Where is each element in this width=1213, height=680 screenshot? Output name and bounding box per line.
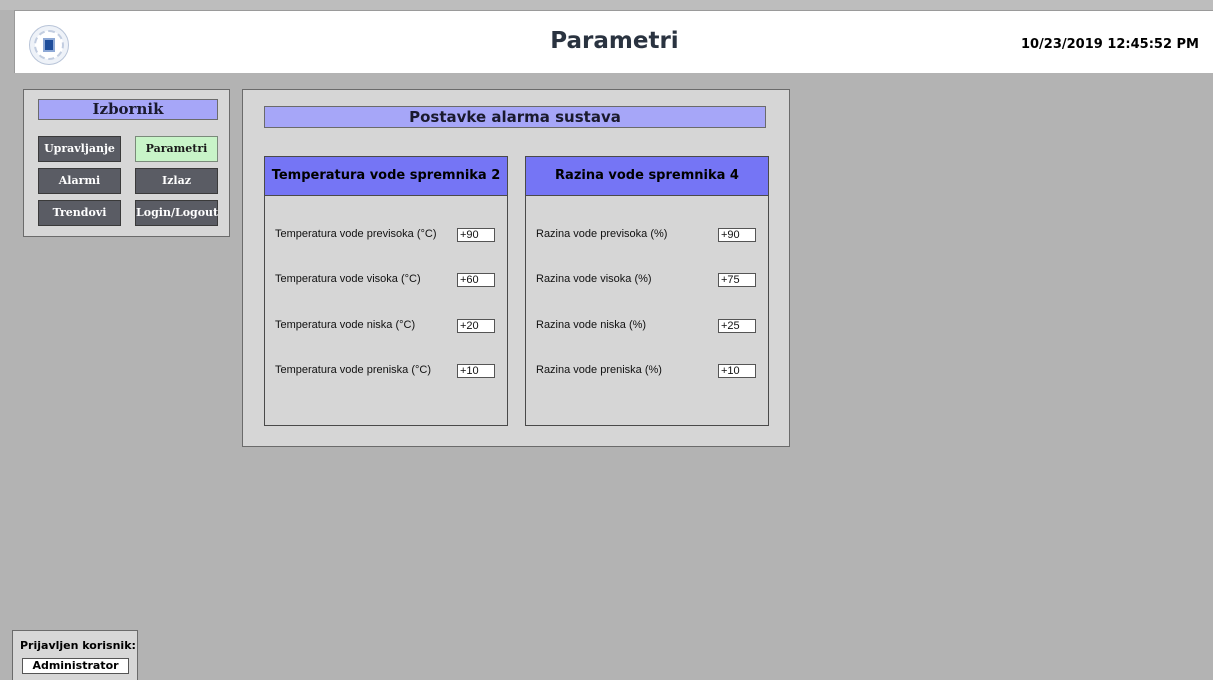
temperature-previsoka-label: Temperatura vode previsoka (°C) (275, 228, 437, 240)
top-strip (0, 0, 1213, 10)
temperature-preniska-input[interactable]: +10 (457, 364, 495, 378)
alarm-settings-title: Postavke alarma sustava (264, 106, 766, 128)
menu-button-alarmi[interactable]: Alarmi (38, 168, 121, 194)
logged-user-label: Prijavljen korisnik: (20, 639, 136, 652)
temperature-previsoka-input[interactable]: +90 (457, 228, 495, 242)
menu-button-upravljanje[interactable]: Upravljanje (38, 136, 121, 162)
menu-panel: Izbornik Upravljanje Parametri Alarmi Iz… (23, 89, 230, 237)
temperature-visoka-label: Temperatura vode visoka (°C) (275, 273, 421, 285)
alarm-settings-panel: Postavke alarma sustava Temperatura vode… (242, 89, 790, 447)
menu-button-parametri[interactable]: Parametri (135, 136, 218, 162)
level-visoka-label: Razina vode visoka (%) (536, 273, 652, 285)
header-bar: Parametri 10/23/2019 12:45:52 PM (14, 10, 1213, 73)
temperature-visoka-input[interactable]: +60 (457, 273, 495, 287)
menu-title: Izbornik (38, 99, 218, 120)
level-previsoka-label: Razina vode previsoka (%) (536, 228, 668, 240)
temperature-section: Temperatura vode spremnika 2 Temperatura… (264, 156, 508, 426)
level-section-heading: Razina vode spremnika 4 (525, 156, 769, 196)
level-section: Razina vode spremnika 4 Razina vode prev… (525, 156, 769, 426)
temperature-preniska-label: Temperatura vode preniska (°C) (275, 364, 432, 376)
level-preniska-label: Razina vode preniska (%) (536, 364, 662, 376)
temperature-niska-input[interactable]: +20 (457, 319, 495, 333)
logged-user-panel: Prijavljen korisnik: Administrator (12, 630, 138, 680)
menu-button-login-logout[interactable]: Login/Logout (135, 200, 218, 226)
level-previsoka-input[interactable]: +90 (718, 228, 756, 242)
level-niska-label: Razina vode niska (%) (536, 319, 647, 331)
menu-button-izlaz[interactable]: Izlaz (135, 168, 218, 194)
level-preniska-input[interactable]: +10 (718, 364, 756, 378)
logged-user-name: Administrator (22, 658, 129, 674)
temperature-niska-label: Temperatura vode niska (°C) (275, 319, 416, 331)
level-niska-input[interactable]: +25 (718, 319, 756, 333)
temperature-section-heading: Temperatura vode spremnika 2 (264, 156, 508, 196)
level-visoka-input[interactable]: +75 (718, 273, 756, 287)
menu-button-trendovi[interactable]: Trendovi (38, 200, 121, 226)
datetime-display: 10/23/2019 12:45:52 PM (1020, 37, 1199, 52)
